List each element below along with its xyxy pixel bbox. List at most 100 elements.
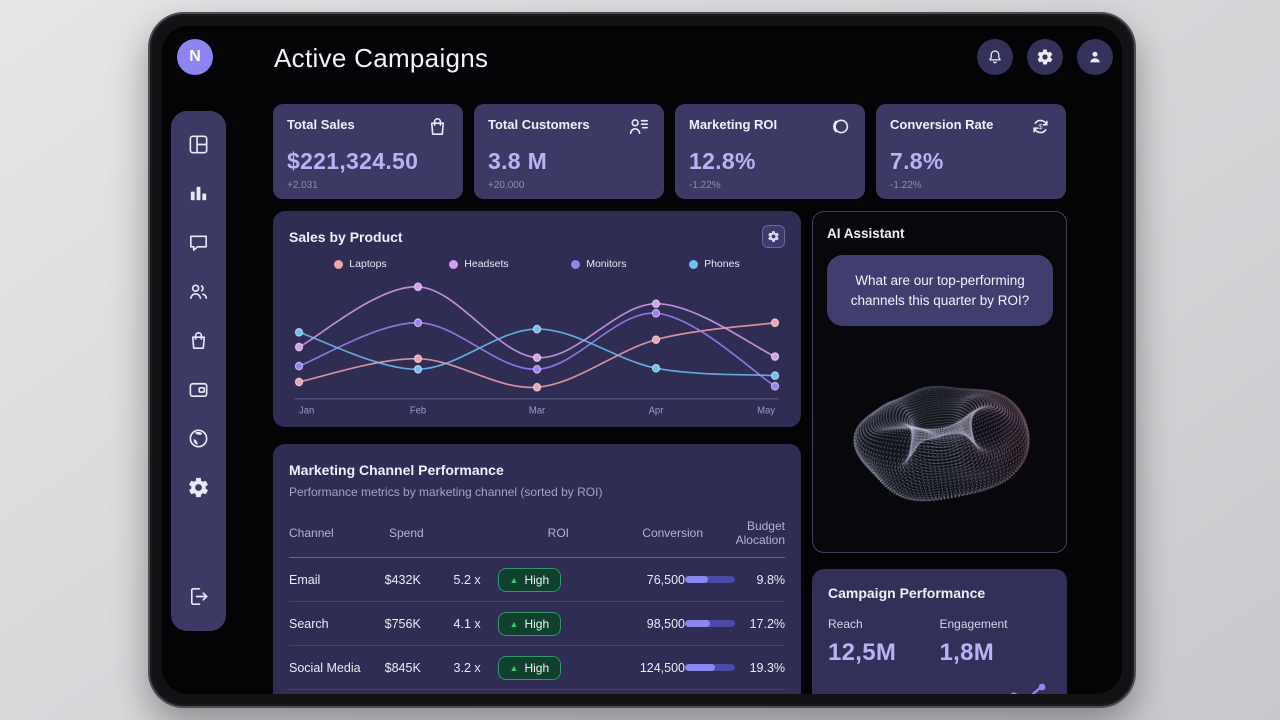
cell-spend: $845K [385,661,454,675]
campaign-performance-card: Campaign Performance Reach 12,5M Engagem… [812,569,1067,694]
users-icon [187,280,210,303]
ai-prompt-bubble[interactable]: What are our top-performing channels thi… [827,255,1053,326]
sidebar-item-wallet[interactable] [182,372,216,406]
gear-icon [187,476,210,499]
svg-text:Mar: Mar [529,405,546,416]
cell-roi-multiplier: 3.2 x [454,661,498,675]
cell-conversion: 76,500 [589,573,685,587]
cell-spend: $432K [385,573,454,587]
cell-channel: Search [289,617,385,631]
sidebar-item-dashboard[interactable] [182,127,216,161]
wallet-icon [187,378,210,401]
legend-label: Laptops [349,258,386,270]
legend-dot [571,260,580,269]
column-header-conversion[interactable]: Conversion [603,526,703,540]
legend-item-laptops[interactable]: Laptops [334,258,386,270]
trend-up-sparkline-icon [1005,681,1051,694]
stat-label: Total Customers [488,117,590,132]
metric-label: Engagement [940,617,1052,631]
gear-icon [1036,48,1054,66]
sidebar-item-logout[interactable] [182,579,216,613]
column-header-channel[interactable]: Channel [289,526,389,540]
stat-value: 3.8 M [488,148,650,175]
table-row[interactable]: Email$432K5.2 x▲High76,5009.8% [289,558,785,602]
cell-conversion: 124,500 [589,661,685,675]
column-header-spend[interactable]: Spend [389,526,461,540]
legend-dot [334,260,343,269]
shopping-bag-icon [426,117,449,143]
triangle-up-icon: ▲ [510,575,519,585]
stat-value: $221,324.50 [287,148,449,175]
budget-percent: 19.3% [747,661,785,675]
cell-budget-allocation: 17.2% [685,617,785,631]
metric-value: 1,8M [940,639,1052,667]
cell-budget-allocation: 9.8% [685,573,785,587]
cell-roi-badge: ▲High [498,612,590,636]
stat-value: 7.8% [890,148,1052,175]
bag-icon [187,329,210,352]
table-subtitle: Performance metrics by marketing channel… [289,485,785,499]
legend-label: Headsets [464,258,508,270]
sidebar-item-chat[interactable] [182,225,216,259]
table-row[interactable]: Search$756K4.1 x▲High98,50017.2% [289,602,785,646]
concentric-circles-icon [828,117,851,143]
legend-item-headsets[interactable]: Headsets [449,258,508,270]
legend-dot [449,260,458,269]
svg-text:Jan: Jan [299,405,314,416]
avatar[interactable]: N [177,39,213,75]
table-row[interactable]: Social Media$845K3.2 x▲High124,50019.3% [289,646,785,690]
table-row[interactable]: Display$654K2.8 xMedium54,30014.9% [289,690,785,694]
stat-delta: -1.22% [689,180,851,191]
header-actions [977,39,1113,75]
settings-button[interactable] [1027,39,1063,75]
stat-card-conversion-rate: Conversion Rate $ 7.8% -1.22% [876,104,1066,199]
budget-percent: 17.2% [747,617,785,631]
table-header-row: Channel Spend ROI Conversion Budget Aloc… [289,519,785,558]
stat-card-total-customers: Total Customers 3.8 M +20.000 [474,104,664,199]
sidebar [171,111,226,631]
user-icon [1086,48,1104,66]
svg-text:Apr: Apr [649,405,664,416]
stat-label: Total Sales [287,117,355,132]
currency-exchange-icon: $ [1029,117,1052,143]
sidebar-item-users[interactable] [182,274,216,308]
legend-item-phones[interactable]: Phones [689,258,740,270]
bell-icon [986,48,1004,66]
chat-icon [187,231,210,254]
ai-panel-title: AI Assistant [827,226,1052,241]
ai-assistant-panel: AI Assistant What are our top-performing… [812,211,1067,553]
sales-card-title: Sales by Product [289,229,403,245]
cell-channel: Social Media [289,661,385,675]
notifications-button[interactable] [977,39,1013,75]
dashboard-icon [187,133,210,156]
metric-label: Reach [828,617,940,631]
app-screen: N Active Campaigns [162,26,1122,694]
svg-text:May: May [757,405,775,416]
budget-progress-bar [685,664,735,671]
sidebar-item-bag[interactable] [182,323,216,357]
cell-conversion: 98,500 [589,617,685,631]
sidebar-item-gear[interactable] [182,470,216,504]
column-header-budget-allocation[interactable]: Budget Alocation [703,519,785,547]
triangle-up-icon: ▲ [510,663,519,673]
torus-visual [827,334,1052,534]
triangle-up-icon: ▲ [510,619,519,629]
legend-label: Monitors [586,258,626,270]
globe-icon [187,427,210,450]
budget-percent: 9.8% [747,573,785,587]
metric-value: 12,5M [828,639,940,667]
cell-roi-multiplier: 5.2 x [454,573,498,587]
legend-item-monitors[interactable]: Monitors [571,258,626,270]
stat-delta: +2.031 [287,180,449,191]
sidebar-item-globe[interactable] [182,421,216,455]
budget-progress-bar [685,576,735,583]
sidebar-item-bar-chart[interactable] [182,176,216,210]
customers-icon [627,117,650,143]
torus-canvas [825,334,1055,534]
column-header-roi[interactable]: ROI [461,526,603,540]
marketing-channel-performance-card: Marketing Channel Performance Performanc… [273,444,801,694]
profile-button[interactable] [1077,39,1113,75]
stat-card-total-sales: Total Sales $221,324.50 +2.031 [273,104,463,199]
chart-settings-button[interactable] [762,225,785,248]
svg-text:Feb: Feb [410,405,427,416]
